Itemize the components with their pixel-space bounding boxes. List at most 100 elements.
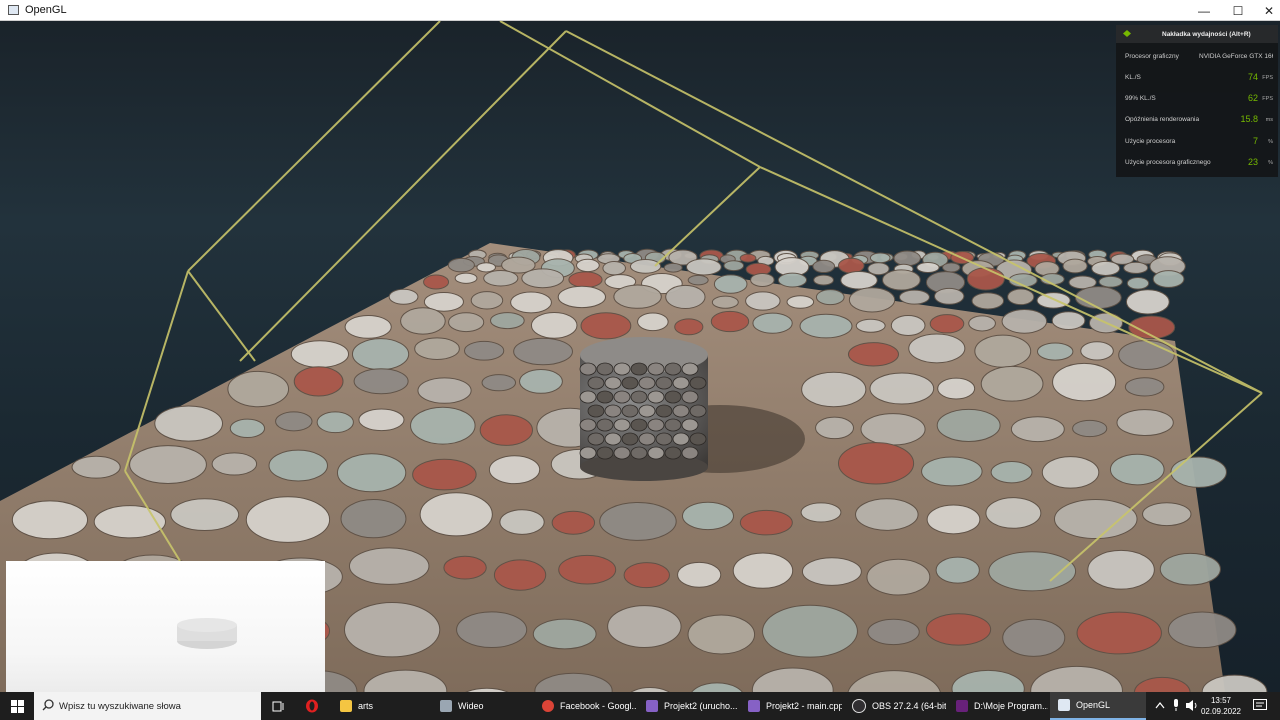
start-button[interactable] bbox=[0, 692, 34, 720]
microphone-icon[interactable] bbox=[1172, 699, 1180, 712]
taskbar-item-obs[interactable]: OBS 27.2.4 (64-bit,... bbox=[844, 692, 946, 720]
pillar-pebble bbox=[587, 432, 605, 446]
pillar-pebble bbox=[672, 404, 690, 418]
search-icon bbox=[42, 699, 54, 711]
floor-stone bbox=[227, 370, 290, 408]
overlay-row-gpu: Procesor graficzny NVIDIA GeForce GTX 16… bbox=[1125, 53, 1273, 67]
floor-stone bbox=[1091, 260, 1121, 276]
floor-stone bbox=[855, 318, 886, 333]
pillar-pebble bbox=[664, 362, 682, 376]
floor-stone bbox=[869, 372, 935, 405]
floor-stone bbox=[1036, 342, 1074, 361]
floor-stone bbox=[481, 374, 517, 392]
folder-icon bbox=[340, 700, 352, 712]
floor-stone bbox=[71, 455, 121, 479]
floor-stone bbox=[934, 287, 965, 305]
taskbar-item-console[interactable]: D:\Moje Program... bbox=[948, 692, 1048, 720]
overlay-value: 62 bbox=[1247, 93, 1258, 103]
floor-stone bbox=[629, 259, 662, 274]
floor-stone bbox=[916, 261, 940, 273]
taskbar-item-wideo[interactable]: Wideo bbox=[432, 692, 532, 720]
pillar-pebble bbox=[664, 446, 682, 460]
taskbar-item-arts[interactable]: arts bbox=[332, 692, 428, 720]
overlay-label: Opóźnienia renderowania bbox=[1125, 116, 1200, 123]
floor-stone bbox=[971, 292, 1005, 310]
chevron-up-icon[interactable] bbox=[1155, 701, 1165, 709]
floor-stone bbox=[623, 562, 670, 589]
floor-stone bbox=[602, 261, 626, 276]
floor-stone bbox=[245, 496, 331, 543]
taskbar-item-projekt2-main[interactable]: Projekt2 - main.cpp bbox=[740, 692, 842, 720]
opera-taskbar-button[interactable] bbox=[295, 692, 329, 720]
close-button[interactable]: ✕ bbox=[1252, 0, 1280, 21]
floor-stone bbox=[925, 613, 992, 646]
visual-studio-icon bbox=[646, 700, 658, 712]
floor-stone bbox=[1072, 419, 1108, 438]
floor-stone bbox=[499, 509, 545, 535]
taskbar-item-chrome[interactable]: Facebook - Googl... bbox=[534, 692, 636, 720]
pillar-pebble bbox=[647, 390, 665, 404]
floor-stone bbox=[211, 452, 258, 476]
notifications-icon[interactable] bbox=[1253, 699, 1267, 712]
floor-stone bbox=[801, 371, 867, 408]
pillar-pebble bbox=[621, 376, 639, 390]
floor-stone bbox=[1041, 456, 1100, 489]
overlay-row-gpu-usage: Użycie procesora graficznego 23 % bbox=[1125, 157, 1273, 173]
floor-stone bbox=[351, 338, 410, 371]
floor-stone bbox=[423, 274, 450, 290]
floor-stone bbox=[848, 287, 896, 313]
taskbar-item-label: Projekt2 (urucho... bbox=[664, 701, 738, 711]
floor-stone bbox=[1152, 270, 1185, 288]
floor-stone bbox=[739, 253, 757, 263]
floor-stone bbox=[290, 340, 350, 368]
pillar-pebble bbox=[630, 446, 648, 460]
floor-stone bbox=[1123, 261, 1149, 274]
floor-stone bbox=[929, 314, 965, 334]
taskbar-search-box[interactable]: Wpisz tu wyszukiwane słowa bbox=[34, 692, 261, 720]
floor-stone bbox=[1159, 552, 1221, 586]
floor-stone bbox=[576, 258, 600, 273]
floor-stone bbox=[229, 418, 266, 439]
maximize-button[interactable]: ☐ bbox=[1221, 0, 1255, 21]
pillar-pebble bbox=[621, 432, 639, 446]
floor-stone bbox=[443, 555, 487, 580]
overlay-title: Nakładka wydajności (Alt+R) bbox=[1162, 31, 1251, 38]
overlay-row-cpu: Użycie procesora 7 % bbox=[1125, 136, 1273, 152]
overlay-label: Procesor graficzny bbox=[1125, 53, 1179, 60]
pillar-pebble bbox=[681, 362, 699, 376]
pillar-pebble bbox=[681, 446, 699, 460]
floor-stone bbox=[479, 414, 533, 446]
floor-stone bbox=[855, 498, 919, 531]
floor-stone bbox=[419, 492, 493, 537]
floor-stone bbox=[447, 257, 475, 273]
floor-stone bbox=[476, 262, 496, 273]
floor-stone bbox=[348, 547, 430, 585]
task-view-button[interactable] bbox=[261, 692, 295, 720]
pillar-pebble bbox=[604, 376, 622, 390]
floor-stone bbox=[170, 498, 240, 532]
floor-stone bbox=[1118, 340, 1175, 371]
floor-stone bbox=[129, 445, 207, 484]
pillar-pebble bbox=[681, 390, 699, 404]
pillar-pebble bbox=[638, 432, 656, 446]
floor-stone bbox=[340, 499, 407, 539]
floor-stone bbox=[1010, 416, 1065, 443]
overlay-unit: % bbox=[1268, 139, 1273, 145]
overlay-header: Nakładka wydajności (Alt+R) bbox=[1116, 25, 1278, 43]
minimize-button[interactable]: — bbox=[1187, 0, 1221, 21]
floor-stone bbox=[414, 337, 460, 361]
overlay-value: 74 bbox=[1247, 72, 1258, 82]
floor-stone bbox=[558, 554, 617, 585]
floor-stone bbox=[599, 501, 677, 541]
floor-stone bbox=[665, 284, 706, 310]
taskbar-item-opengl[interactable]: OpenGL bbox=[1050, 692, 1146, 720]
floor-stone bbox=[336, 453, 407, 493]
floor-stone bbox=[637, 312, 669, 332]
floor-stone bbox=[1007, 288, 1035, 306]
pillar-pebble bbox=[630, 418, 648, 432]
taskbar-clock[interactable]: 13:57 02.09.2022 bbox=[1198, 695, 1244, 717]
floor-stone bbox=[685, 258, 722, 276]
overlay-value: 7 bbox=[1252, 136, 1258, 146]
taskbar-item-projekt2-run[interactable]: Projekt2 (urucho... bbox=[638, 692, 738, 720]
pillar-pebble bbox=[596, 362, 614, 376]
